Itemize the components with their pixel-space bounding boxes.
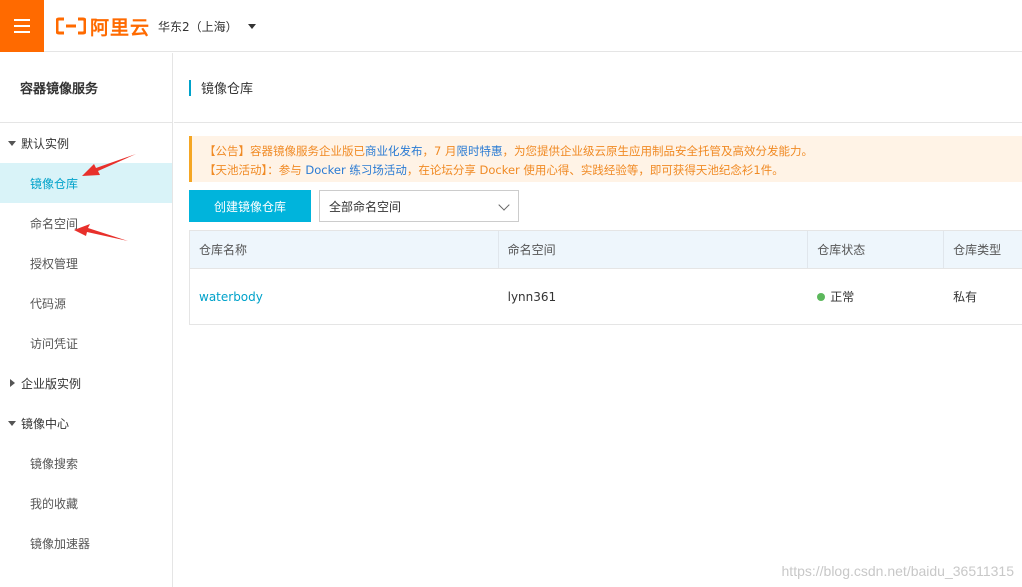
region-selector[interactable]: 华东2（上海） (158, 18, 256, 35)
hamburger-menu-icon[interactable] (0, 0, 44, 52)
main-content: 镜像仓库 【公告】容器镜像服务企业版已商业化发布，7 月限时特惠，为您提供企业级… (174, 53, 1022, 587)
title-accent-bar (189, 79, 191, 96)
link-commercial-release[interactable]: 商业化发布 (365, 144, 423, 158)
column-header-repo-name[interactable]: 仓库名称 (190, 231, 499, 268)
sidebar-item-code-source[interactable]: 代码源 (0, 283, 172, 323)
notice-line-2: 【天池活动】：参与 Docker 练习场活动，在论坛分享 Docker 使用心得… (204, 163, 784, 177)
sidebar-item-image-search[interactable]: 镜像搜索 (0, 443, 172, 483)
repo-status: 正常 (830, 290, 855, 304)
caret-down-icon (8, 420, 16, 426)
sidebar-item-favorites[interactable]: 我的收藏 (0, 483, 172, 523)
sidebar-title: 容器镜像服务 (0, 53, 172, 123)
table-row: waterbody lynn361 正常 私有 (190, 269, 1022, 324)
aliyun-logo-mark-icon (56, 17, 86, 35)
repo-namespace: lynn361 (507, 289, 557, 304)
namespace-select[interactable]: 全部命名空间 (319, 190, 519, 222)
sidebar-group-label: 企业版实例 (21, 376, 82, 391)
watermark: https://blog.csdn.net/baidu_36511315 (781, 563, 1014, 579)
status-dot-icon (817, 292, 826, 301)
sidebar-item-access-credentials[interactable]: 访问凭证 (0, 323, 172, 363)
repo-type: 私有 (953, 290, 978, 304)
column-header-type[interactable]: 仓库类型 (944, 231, 1022, 268)
namespace-select-value: 全部命名空间 (329, 199, 402, 214)
aliyun-logo[interactable]: 阿里云 (56, 14, 151, 39)
create-repository-button[interactable]: 创建镜像仓库 (189, 190, 311, 222)
column-header-status[interactable]: 仓库状态 (808, 231, 945, 268)
caret-down-icon (8, 140, 16, 146)
repo-name-link[interactable]: waterbody (199, 290, 263, 304)
red-arrow-icon (74, 224, 128, 241)
repository-table: 仓库名称 命名空间 仓库状态 仓库类型 waterbody lynn361 正常… (189, 230, 1022, 325)
sidebar: 容器镜像服务 默认实例 镜像仓库 命名空间 授权管理 代码源 访问凭证 企业版实… (0, 53, 173, 587)
caret-right-icon (10, 379, 15, 387)
sidebar-group-label: 镜像中心 (21, 416, 70, 431)
sidebar-group-image-center[interactable]: 镜像中心 (0, 403, 172, 443)
chevron-down-icon (498, 199, 510, 211)
logo-text: 阿里云 (90, 16, 151, 39)
sidebar-item-authorization[interactable]: 授权管理 (0, 243, 172, 283)
caret-down-icon (247, 24, 256, 29)
notice-line-1: 【公告】容器镜像服务企业版已商业化发布，7 月限时特惠，为您提供企业级云原生应用… (204, 144, 813, 158)
table-header: 仓库名称 命名空间 仓库状态 仓库类型 (190, 231, 1022, 269)
announcement-banner: 【公告】容器镜像服务企业版已商业化发布，7 月限时特惠，为您提供企业级云原生应用… (189, 136, 1022, 182)
red-arrow-icon (82, 154, 136, 176)
sidebar-group-enterprise-instance[interactable]: 企业版实例 (0, 363, 172, 403)
top-bar: 阿里云 华东2（上海） (0, 0, 1022, 52)
page-header: 镜像仓库 (174, 53, 1022, 123)
page-title: 镜像仓库 (201, 82, 254, 97)
column-header-namespace[interactable]: 命名空间 (499, 231, 809, 268)
link-limited-offer[interactable]: 限时特惠 (456, 144, 502, 158)
sidebar-item-accelerator[interactable]: 镜像加速器 (0, 523, 172, 563)
region-label: 华东2（上海） (158, 20, 238, 34)
sidebar-group-label: 默认实例 (21, 136, 70, 151)
link-docker-playground[interactable]: Docker 练习场活动 (305, 163, 406, 177)
